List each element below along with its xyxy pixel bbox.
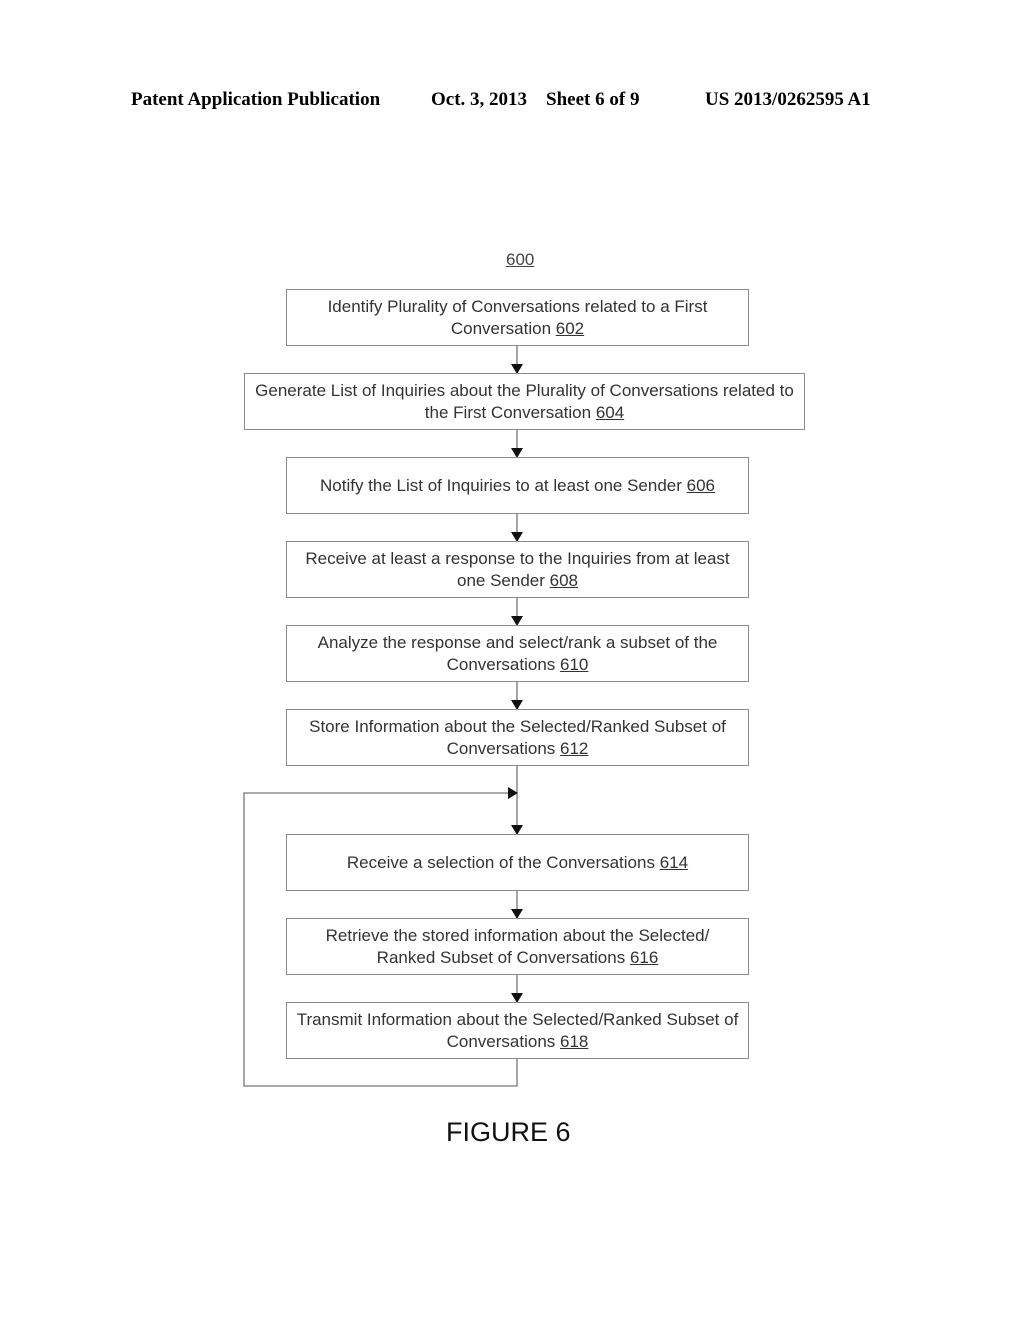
step-608-box: Receive at least a response to the Inqui… [286, 541, 749, 598]
step-618-ref: 618 [560, 1031, 589, 1051]
step-606-box: Notify the List of Inquiries to at least… [286, 457, 749, 514]
step-604-ref: 604 [595, 402, 625, 422]
step-614-box: Receive a selection of the Conversations… [286, 834, 749, 891]
step-610-ref: 610 [560, 654, 589, 674]
step-608-ref: 608 [549, 570, 578, 590]
step-606-text: Notify the List of Inquiries to at least… [319, 475, 687, 495]
step-604-box: Generate List of Inquiries about the Plu… [244, 373, 805, 430]
step-612-ref: 612 [560, 738, 589, 758]
step-612-box: Store Information about the Selected/Ran… [286, 709, 749, 766]
step-610-box: Analyze the response and select/rank a s… [286, 625, 749, 682]
figure-caption: FIGURE 6 [446, 1117, 571, 1147]
step-614-ref: 614 [659, 852, 689, 872]
step-610-text: Analyze the response and select/rank a s… [317, 632, 718, 674]
step-602-box: Identify Plurality of Conversations rela… [286, 289, 749, 346]
step-618-text: Transmit Information about the Selected/… [296, 1009, 739, 1051]
step-616-box: Retrieve the stored information about th… [286, 918, 749, 975]
step-606-ref: 606 [686, 475, 716, 495]
step-614-text: Receive a selection of the Conversations [346, 852, 660, 872]
step-602-ref: 602 [555, 318, 585, 338]
step-604-text: Generate List of Inquiries about the Plu… [255, 380, 794, 422]
step-616-ref: 616 [629, 947, 659, 967]
step-602-text: Identify Plurality of Conversations rela… [327, 296, 708, 338]
step-608-text: Receive at least a response to the Inqui… [305, 548, 730, 590]
step-618-box: Transmit Information about the Selected/… [286, 1002, 749, 1059]
step-612-text: Store Information about the Selected/Ran… [309, 716, 726, 758]
